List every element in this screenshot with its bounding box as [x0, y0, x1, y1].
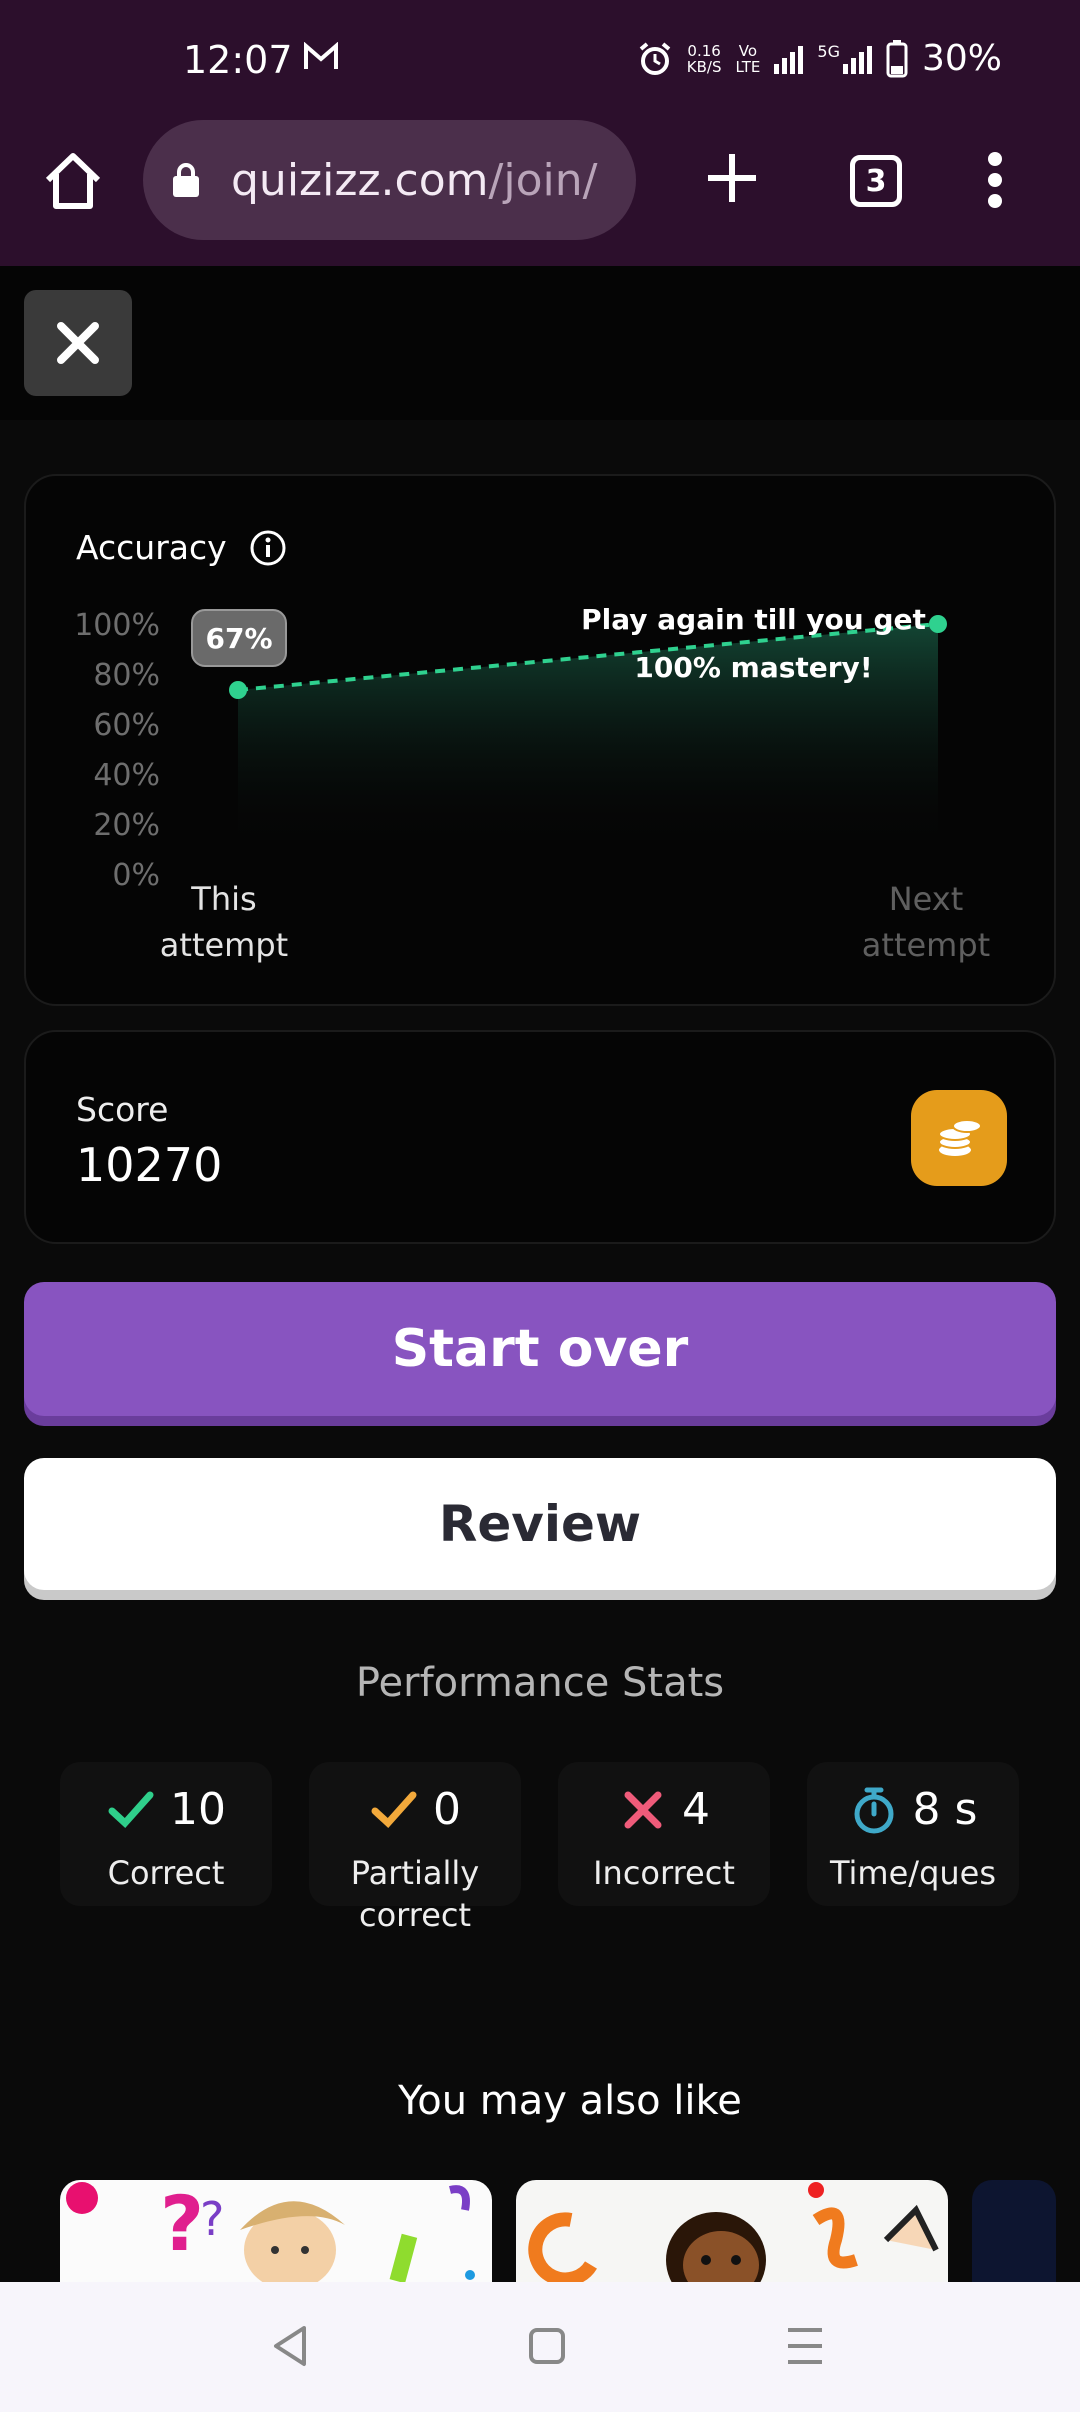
recents-icon[interactable]: [784, 2322, 826, 2370]
clock: 12:07: [183, 38, 293, 82]
recommended-quiz-card[interactable]: [516, 2180, 948, 2282]
signal-5g-icon: 5G: [817, 43, 872, 74]
stopwatch-icon: [854, 1787, 894, 1833]
coins-icon: [911, 1090, 1007, 1186]
browser-toolbar: quizizz.com/join/ 3: [0, 120, 1080, 266]
score-label: Score: [76, 1090, 169, 1129]
status-bar: 12:07 0.16 KB/S Vo LTE 5G 30%: [0, 0, 1080, 120]
accuracy-card: Accuracy 100% 80% 60% 40% 20% 0% 67% Play aga…: [24, 474, 1056, 1006]
stat-incorrect: 4 Incorrect: [558, 1762, 770, 1906]
volte-indicator: Vo LTE: [735, 41, 761, 76]
point-this-attempt: [229, 681, 247, 699]
overflow-menu-icon[interactable]: [985, 152, 1005, 212]
address-bar[interactable]: quizizz.com/join/: [143, 120, 636, 240]
check-icon: [108, 1791, 154, 1828]
stat-partially-correct: 0 Partially correct: [309, 1762, 521, 1934]
score-value: 10270: [76, 1138, 223, 1192]
quiz-header: [0, 266, 1080, 420]
x-label-this-attempt: This attempt: [159, 880, 289, 964]
system-navigation-bar: [0, 2282, 1080, 2412]
gmail-icon: [303, 41, 339, 80]
recommendations-title: You may also like: [398, 2078, 742, 2124]
recommended-quiz-card[interactable]: ? ?: [60, 2180, 492, 2282]
url-text: quizizz.com/join/: [231, 154, 598, 206]
battery-icon: [886, 39, 908, 77]
check-icon: [371, 1791, 417, 1828]
close-icon: [57, 322, 99, 364]
close-button[interactable]: [24, 290, 132, 396]
home-nav-icon[interactable]: [527, 2322, 567, 2370]
review-button[interactable]: Review: [24, 1458, 1056, 1590]
this-attempt-badge: 67%: [191, 609, 287, 667]
tab-switcher-button[interactable]: 3: [850, 155, 902, 207]
stat-correct: 10 Correct: [60, 1762, 272, 1906]
home-icon[interactable]: [40, 148, 106, 214]
performance-stats-title: Performance Stats: [355, 1660, 725, 1706]
battery-percent: 30%: [921, 38, 1002, 79]
alarm-icon: [639, 41, 671, 75]
net-speed: 0.16 KB/S: [686, 41, 722, 76]
new-tab-icon[interactable]: [700, 146, 764, 210]
score-card: Score 10270: [24, 1030, 1056, 1244]
back-icon[interactable]: [270, 2322, 310, 2370]
start-over-button[interactable]: Start over: [24, 1282, 1056, 1416]
signal-icon: [774, 44, 804, 74]
stat-time-per-question: 8 s Time/ques: [807, 1762, 1019, 1906]
recommended-quiz-card[interactable]: [972, 2180, 1056, 2282]
svg-text:?: ?: [160, 2180, 204, 2268]
lock-icon: [173, 163, 199, 197]
mastery-note: Play again till you get 100% mastery!: [581, 603, 926, 684]
svg-text:?: ?: [200, 2192, 224, 2246]
cross-icon: [624, 1791, 662, 1828]
status-icons: 0.16 KB/S Vo LTE 5G 30%: [637, 38, 1002, 79]
x-label-next-attempt: Next attempt: [861, 880, 991, 964]
